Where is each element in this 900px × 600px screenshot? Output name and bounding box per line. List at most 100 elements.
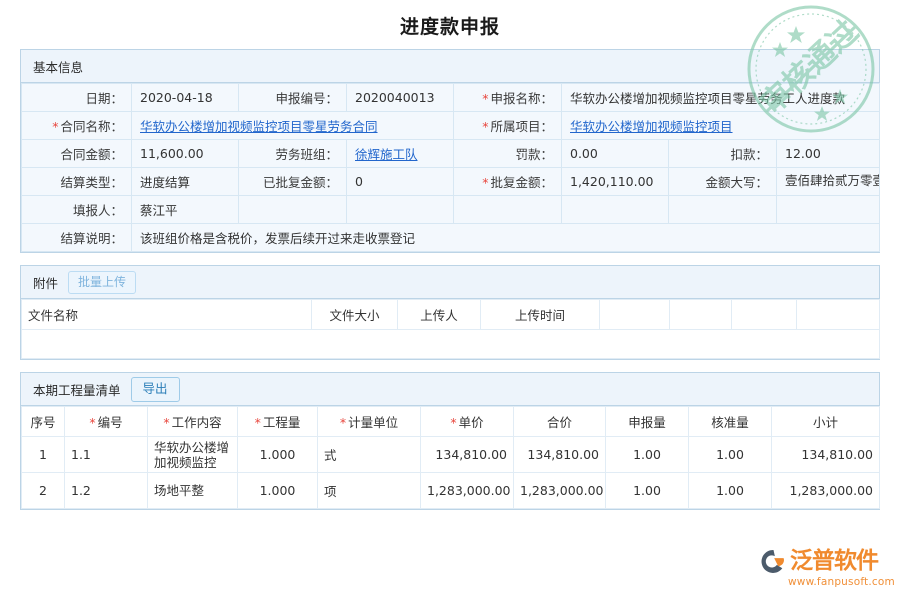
cell-content[interactable]: 场地平整	[148, 473, 238, 509]
field-value-settle-type[interactable]: 进度结算	[132, 168, 239, 196]
field-value-deduction[interactable]: 12.00	[777, 140, 880, 168]
basic-info-title: 基本信息	[33, 57, 83, 76]
attachment-table: 文件名称 文件大小 上传人 上传时间	[21, 299, 880, 359]
batch-upload-button[interactable]: 批量上传	[68, 271, 136, 294]
attachment-header: 附件 批量上传	[21, 266, 879, 299]
project-link[interactable]: 华软办公楼增加视频监控项目	[570, 119, 733, 134]
field-value-date[interactable]: 2020-04-18	[132, 84, 239, 112]
empty-cell	[347, 196, 454, 224]
required-marker: *	[482, 175, 488, 190]
field-label-approval-amount: *批复金额：	[454, 168, 562, 196]
cell-seq: 1	[22, 437, 65, 473]
field-label-date: 日期：	[22, 84, 132, 112]
table-row[interactable]: 2 1.2 场地平整 1.000 项 1,283,000.00 1,283,00…	[22, 473, 880, 509]
cell-code[interactable]: 1.2	[65, 473, 148, 509]
column-header-content[interactable]: *工作内容	[148, 407, 238, 437]
bill-table: 序号 *编号 *工作内容 *工程量 *计量单位 *单价 合价 申报量 核准量 小…	[21, 406, 880, 509]
cell-code[interactable]: 1.1	[65, 437, 148, 473]
cell-unit[interactable]: 式	[318, 437, 421, 473]
required-marker: *	[482, 91, 488, 106]
required-marker: *	[340, 415, 346, 430]
column-header-code[interactable]: *编号	[65, 407, 148, 437]
column-header-seq[interactable]: 序号	[22, 407, 65, 437]
field-label-settle-note: 结算说明：	[22, 224, 132, 252]
column-header-total[interactable]: 合价	[514, 407, 606, 437]
column-header-file-size[interactable]: 文件大小	[312, 300, 398, 330]
cell-price[interactable]: 134,810.00	[421, 437, 514, 473]
table-row[interactable]: 1 1.1 华软办公楼增加视频监控 1.000 式 134,810.00 134…	[22, 437, 880, 473]
field-label-labor-team: 劳务班组：	[239, 140, 347, 168]
field-value-settle-note[interactable]: 该班组价格是含税价，发票后续开过来走收票登记	[132, 224, 880, 252]
column-header-extra-2[interactable]	[670, 300, 732, 330]
bill-header-row: 序号 *编号 *工作内容 *工程量 *计量单位 *单价 合价 申报量 核准量 小…	[22, 407, 880, 437]
attachment-empty-cell	[22, 330, 880, 359]
field-label-approved-amount: 已批复金额：	[239, 168, 347, 196]
basic-info-grid: 日期： 2020-04-18 申报编号： 2020040013 *申报名称： 华…	[21, 83, 880, 252]
cell-approved[interactable]: 1.00	[689, 437, 772, 473]
basic-info-row: *合同名称： 华软办公楼增加视频监控项目零星劳务合同 *所属项目： 华软办公楼增…	[22, 112, 880, 140]
fanpu-logo-icon	[760, 548, 787, 575]
bill-panel: 本期工程量清单 导出 序号 *编号 *工作内容 *工程量 *计量单位 *单价 合…	[20, 372, 880, 510]
field-label-penalty: 罚款：	[454, 140, 562, 168]
empty-cell	[777, 196, 880, 224]
required-marker: *	[255, 415, 261, 430]
column-header-upload-time[interactable]: 上传时间	[481, 300, 600, 330]
empty-cell	[239, 196, 347, 224]
brand-watermark: 泛普软件 www.fanpusoft.com	[760, 548, 900, 598]
required-marker: *	[52, 119, 58, 134]
cell-declared[interactable]: 1.00	[606, 473, 689, 509]
labor-team-link[interactable]: 徐辉施工队	[355, 147, 418, 162]
contract-name-link[interactable]: 华软办公楼增加视频监控项目零星劳务合同	[140, 119, 378, 134]
field-value-approved-amount[interactable]: 0	[347, 168, 454, 196]
brand-url: www.fanpusoft.com	[788, 576, 895, 588]
cell-quantity[interactable]: 1.000	[238, 473, 318, 509]
column-header-file-name[interactable]: 文件名称	[22, 300, 312, 330]
field-value-apply-no[interactable]: 2020040013	[347, 84, 454, 112]
column-header-extra-3[interactable]	[732, 300, 797, 330]
attachment-empty-body	[22, 330, 880, 359]
cell-quantity[interactable]: 1.000	[238, 437, 318, 473]
cell-declared[interactable]: 1.00	[606, 437, 689, 473]
field-value-contract-amount[interactable]: 11,600.00	[132, 140, 239, 168]
brand-row: 泛普软件	[760, 548, 878, 575]
field-value-contract-name: 华软办公楼增加视频监控项目零星劳务合同	[132, 112, 454, 140]
field-label-filler: 填报人：	[22, 196, 132, 224]
export-button[interactable]: 导出	[131, 377, 180, 402]
field-label-project: *所属项目：	[454, 112, 562, 140]
basic-info-row: 结算说明： 该班组价格是含税价，发票后续开过来走收票登记	[22, 224, 880, 252]
field-label-amount-words: 金额大写：	[669, 168, 777, 196]
field-value-approval-amount[interactable]: 1,420,110.00	[562, 168, 669, 196]
column-header-approved[interactable]: 核准量	[689, 407, 772, 437]
bill-header: 本期工程量清单 导出	[21, 373, 879, 406]
column-header-unit[interactable]: *计量单位	[318, 407, 421, 437]
column-header-price[interactable]: *单价	[421, 407, 514, 437]
column-header-extra-1[interactable]	[600, 300, 670, 330]
column-header-extra-4[interactable]	[797, 300, 880, 330]
cell-total: 134,810.00	[514, 437, 606, 473]
basic-info-row: 结算类型： 进度结算 已批复金额： 0 *批复金额： 1,420,110.00 …	[22, 168, 880, 196]
basic-info-row: 日期： 2020-04-18 申报编号： 2020040013 *申报名称： 华…	[22, 84, 880, 112]
column-header-quantity[interactable]: *工程量	[238, 407, 318, 437]
column-header-declared[interactable]: 申报量	[606, 407, 689, 437]
required-marker: *	[89, 415, 95, 430]
field-value-penalty[interactable]: 0.00	[562, 140, 669, 168]
bill-title: 本期工程量清单	[33, 380, 121, 399]
cell-unit[interactable]: 项	[318, 473, 421, 509]
cell-approved[interactable]: 1.00	[689, 473, 772, 509]
field-value-apply-name[interactable]: 华软办公楼增加视频监控项目零星劳务工人进度款	[562, 84, 880, 112]
basic-info-panel: 基本信息 日期： 2020-04-18 申报编号： 2020040013 *申报…	[20, 49, 880, 253]
required-marker: *	[450, 415, 456, 430]
column-header-uploader[interactable]: 上传人	[398, 300, 481, 330]
basic-info-row: 填报人： 蔡江平	[22, 196, 880, 224]
field-label-apply-name: *申报名称：	[454, 84, 562, 112]
attachment-title: 附件	[33, 273, 58, 292]
brand-name: 泛普软件	[790, 550, 878, 573]
cell-content[interactable]: 华软办公楼增加视频监控	[148, 437, 238, 473]
empty-cell	[669, 196, 777, 224]
field-label-contract-name: *合同名称：	[22, 112, 132, 140]
empty-cell	[562, 196, 669, 224]
column-header-subtotal[interactable]: 小计	[772, 407, 880, 437]
basic-info-header: 基本信息	[21, 50, 879, 83]
field-value-filler[interactable]: 蔡江平	[132, 196, 239, 224]
cell-price[interactable]: 1,283,000.00	[421, 473, 514, 509]
